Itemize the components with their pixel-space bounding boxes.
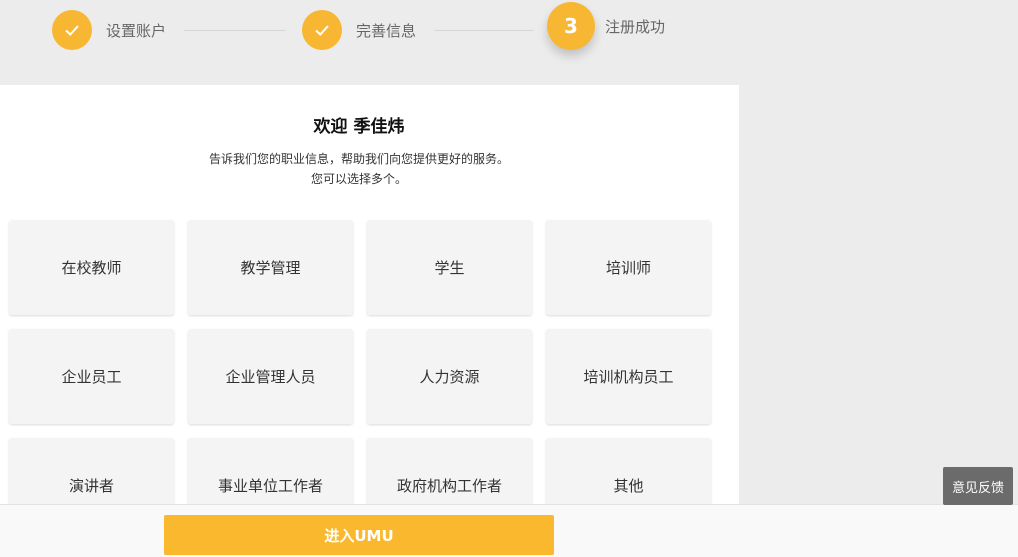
role-option[interactable]: 教学管理 xyxy=(188,220,353,315)
subtitle-line: 您可以选择多个。 xyxy=(310,172,407,186)
role-grid: 在校教师 教学管理 学生 培训师 企业员工 企业管理人员 人力资源 培训机构员工… xyxy=(9,220,711,533)
step-connector xyxy=(434,30,534,31)
step-number-badge: 3 xyxy=(547,2,595,50)
feedback-button[interactable]: 意见反馈 xyxy=(943,467,1013,505)
role-option[interactable]: 人力资源 xyxy=(367,329,532,424)
bottom-bar: 进入UMU xyxy=(0,504,1018,557)
subtitle-line: 告诉我们您的职业信息，帮助我们向您提供更好的服务。 xyxy=(208,152,509,166)
check-icon xyxy=(52,10,92,50)
role-option[interactable]: 企业管理人员 xyxy=(188,329,353,424)
welcome-title: 欢迎 季佳炜 xyxy=(313,117,405,137)
step-2: 完善信息 xyxy=(302,10,416,50)
step-label: 设置账户 xyxy=(106,21,167,40)
check-icon xyxy=(302,10,342,50)
role-option[interactable]: 培训机构员工 xyxy=(546,329,711,424)
step-label: 注册成功 xyxy=(605,17,666,36)
step-label: 完善信息 xyxy=(356,21,417,40)
welcome-card: 欢迎 季佳炜 告诉我们您的职业信息，帮助我们向您提供更好的服务。 您可以选择多个… xyxy=(0,85,739,556)
step-connector xyxy=(184,30,286,31)
enter-umu-button[interactable]: 进入UMU xyxy=(164,515,554,555)
role-option[interactable]: 学生 xyxy=(367,220,532,315)
welcome-subtitle: 告诉我们您的职业信息，帮助我们向您提供更好的服务。 您可以选择多个。 xyxy=(0,149,718,189)
registration-stepper: 设置账户 完善信息 3 注册成功 xyxy=(0,0,740,70)
role-option[interactable]: 企业员工 xyxy=(9,329,174,424)
step-3: 3 注册成功 xyxy=(547,2,666,50)
step-1: 设置账户 xyxy=(52,10,166,50)
role-option[interactable]: 培训师 xyxy=(546,220,711,315)
role-option[interactable]: 在校教师 xyxy=(9,220,174,315)
